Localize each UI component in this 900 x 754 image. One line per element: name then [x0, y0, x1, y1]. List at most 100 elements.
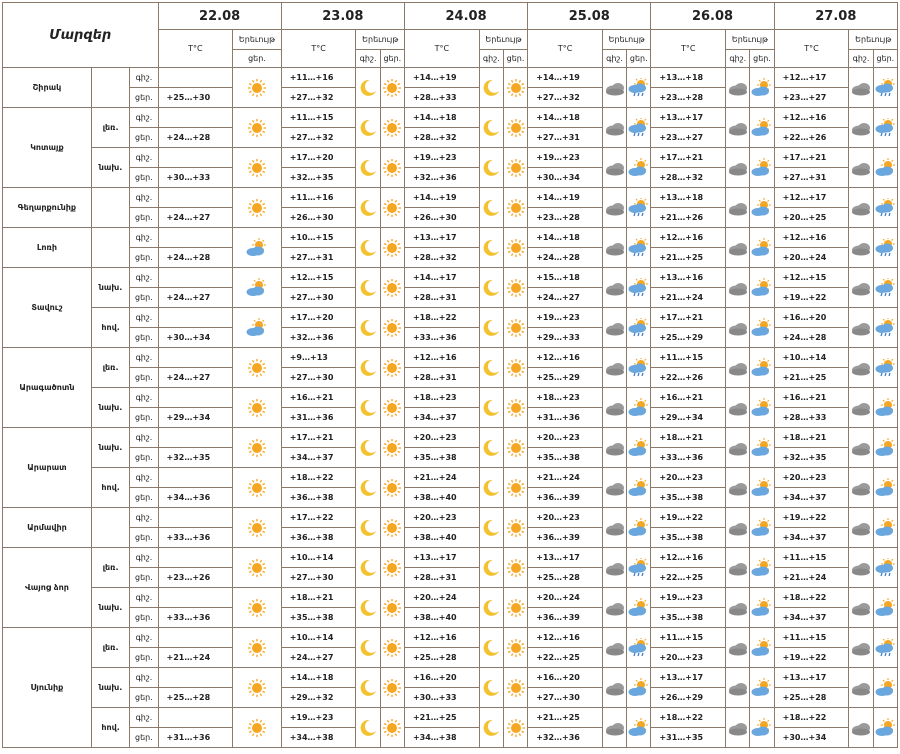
temperature-value: +16…+20: [403, 667, 480, 688]
cloud-icon: [725, 587, 751, 628]
cloud-sun-icon: [626, 587, 652, 628]
temperature-value: +13…+17: [773, 667, 850, 688]
sun-icon: [502, 67, 529, 108]
sun-icon: [379, 667, 405, 708]
temperature-value: +12…+16: [650, 227, 727, 248]
cloud-sun-icon: [749, 627, 775, 668]
temperature-value: [157, 267, 234, 288]
moon-icon: [478, 267, 504, 308]
zone-label: նախ.: [90, 267, 131, 308]
cloud-sun-icon: [872, 707, 899, 748]
temperature-value: +17…+22: [280, 507, 357, 528]
temperature-value: +12…+16: [773, 227, 850, 248]
zone-label: նախ.: [90, 587, 131, 628]
phenomenon-header: Երեւույթ: [355, 29, 405, 50]
time-of-day: ցեր.: [129, 207, 159, 228]
time-of-day: ցեր.: [129, 727, 159, 748]
cloud-icon: [725, 667, 751, 708]
temperature-value: +10…+15: [280, 227, 357, 248]
temperature-value: [157, 707, 234, 728]
cloud-icon: [848, 307, 874, 348]
region-name: Տավուշ: [2, 267, 92, 348]
temperature-value: +13…+17: [527, 547, 603, 568]
temperature-value: +17…+21: [280, 427, 357, 448]
sun-icon: [502, 267, 529, 308]
temperature-value: +21…+26: [650, 207, 727, 228]
sun-icon: [502, 387, 529, 428]
temperature-value: +31…+35: [650, 727, 727, 748]
temperature-value: [157, 427, 234, 448]
temperature-value: [157, 347, 234, 368]
cloud-sun-rain-icon: [872, 627, 899, 668]
time-of-day: ցեր.: [129, 687, 159, 708]
temperature-value: +28…+31: [403, 367, 480, 388]
zone-label: նախ.: [90, 427, 131, 468]
cloud-sun-rain-icon: [872, 227, 899, 268]
moon-icon: [355, 307, 381, 348]
time-of-day: գիշ.: [129, 267, 159, 288]
temperature-value: +16…+21: [650, 387, 727, 408]
cloud-icon: [725, 467, 751, 508]
temperature-value: +14…+18: [403, 107, 480, 128]
temperature-value: +22…+25: [650, 567, 727, 588]
cloud-sun-icon: [626, 467, 652, 508]
day-header: ցեր.: [379, 49, 405, 68]
phenomenon-header: Երեւույթ: [725, 29, 775, 50]
sun-icon: [502, 627, 529, 668]
temperature-value: +20…+25: [773, 207, 850, 228]
sun-icon: [232, 587, 282, 628]
temperature-value: +24…+27: [157, 367, 234, 388]
sun-icon: [379, 547, 405, 588]
sun-icon: [379, 347, 405, 388]
zone-label: հով.: [90, 467, 131, 508]
temperature-value: +24…+28: [773, 327, 850, 348]
cloud-icon: [601, 227, 628, 268]
temperature-value: +24…+28: [527, 247, 603, 268]
temperature-value: +30…+34: [157, 327, 234, 348]
cloud-icon: [601, 347, 628, 388]
temperature-value: +24…+27: [527, 287, 603, 308]
zone-label: [90, 227, 131, 268]
time-of-day: գիշ.: [129, 347, 159, 368]
forecast-row: հով. գիշ. +18…+22 +21…+24 +21…+24 +20…+23 +20……: [3, 467, 899, 508]
temperature-value: +36…+39: [527, 607, 603, 628]
temperature-value: +20…+23: [650, 467, 727, 488]
cloud-sun-icon: [626, 507, 652, 548]
temperature-value: [157, 107, 234, 128]
time-of-day: գիշ.: [129, 667, 159, 688]
temperature-value: +25…+29: [527, 367, 603, 388]
cloud-icon: [601, 587, 628, 628]
cloud-sun-rain-icon: [626, 627, 652, 668]
cloud-sun-icon: [749, 547, 775, 588]
cloud-icon: [601, 67, 628, 108]
sun-icon: [232, 107, 282, 148]
cloud-icon: [848, 547, 874, 588]
temperature-value: +29…+34: [650, 407, 727, 428]
temperature-value: +18…+22: [773, 587, 850, 608]
cloud-sun-rain-icon: [872, 187, 899, 228]
cloud-sun-icon: [232, 307, 282, 348]
temperature-value: +19…+23: [650, 587, 727, 608]
temperature-value: [157, 227, 234, 248]
cloud-sun-icon: [749, 387, 775, 428]
moon-icon: [478, 587, 504, 628]
temperature-value: +24…+27: [280, 647, 357, 668]
forecast-row: Լոռի գիշ. +10…+15 +13…+17 +14…+18 +12…+16 +12……: [2, 227, 899, 268]
time-of-day: գիշ.: [129, 387, 159, 408]
zone-label: [90, 507, 131, 548]
temperature-value: +14…+19: [403, 67, 480, 88]
temperature-value: +34…+37: [773, 607, 850, 628]
temperature-value: +29…+34: [157, 407, 234, 428]
temperature-value: +21…+25: [403, 707, 480, 728]
time-of-day: գիշ.: [129, 507, 159, 528]
temperature-value: +28…+32: [403, 127, 480, 148]
temperature-value: +11…+15: [773, 627, 850, 648]
temperature-value: +21…+24: [527, 467, 603, 488]
sun-icon: [379, 627, 405, 668]
sun-icon: [502, 587, 529, 628]
sun-icon: [502, 347, 529, 388]
date-header: 24.08: [403, 2, 529, 30]
sun-icon: [232, 707, 282, 748]
sun-icon: [232, 627, 282, 668]
cloud-icon: [848, 267, 874, 308]
